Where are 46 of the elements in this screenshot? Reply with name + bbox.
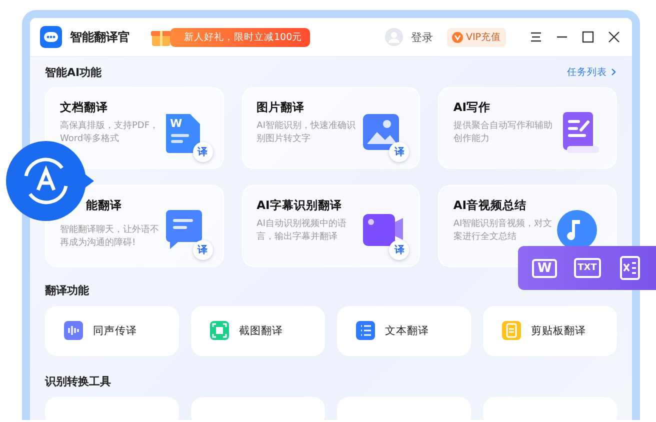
task-list-link[interactable]: 任务列表 xyxy=(567,66,617,78)
card-title: AI写作 xyxy=(453,100,492,115)
tool-button[interactable]: 文本翻译 xyxy=(337,306,471,356)
card-description: 高保真排版，支持PDF，Word等多格式 xyxy=(60,120,160,146)
chevron-right-icon xyxy=(611,68,617,76)
vip-icon xyxy=(452,32,463,42)
card-description: AI智能识别，快速准确识别图片转文字 xyxy=(256,120,356,146)
spreadsheet-icon xyxy=(618,255,642,281)
maximize-icon[interactable] xyxy=(582,31,594,43)
tool-button[interactable]: 剪贴板翻译 xyxy=(483,306,617,356)
word-mark: W xyxy=(170,117,182,130)
tool-icon xyxy=(63,320,85,342)
feature-card[interactable]: AI写作 提供聚合自动写作和辅助创作能力 xyxy=(438,87,617,169)
card-title: AI字幕识别翻译 xyxy=(256,198,343,213)
tool-button[interactable]: 截图翻译 xyxy=(191,306,325,356)
close-icon[interactable] xyxy=(608,31,620,43)
translate-badge: 译 xyxy=(389,142,410,162)
format-label: TXT xyxy=(574,258,601,278)
app-logo-icon xyxy=(40,26,62,48)
card-title: AI音视频总结 xyxy=(453,198,528,213)
feature-card[interactable]: 能翻译 智能翻译聊天，让外语不再成为沟通的障碍! 译 xyxy=(45,185,224,267)
card-description: AI自动识别视频中的语言，输出字幕并翻译 xyxy=(256,218,348,244)
card-description: AI智能识别音视频，对文案进行全文总结 xyxy=(453,218,554,244)
translate-badge: 译 xyxy=(192,142,213,162)
card-title: 图片翻译 xyxy=(256,100,306,115)
login-link[interactable]: 登录 xyxy=(410,30,439,44)
tool-icon xyxy=(501,320,523,342)
section-title: 识别转换工具 xyxy=(45,374,112,389)
translate-badge: 译 xyxy=(192,240,213,260)
tool-icon xyxy=(209,320,231,342)
format-label: W xyxy=(532,258,557,278)
avatar-icon xyxy=(384,28,403,46)
card-title: 能翻译 xyxy=(86,198,123,213)
card-description: 智能翻译聊天，让外语不再成为沟通的障碍! xyxy=(60,224,160,250)
section-title: 智能AI功能 xyxy=(45,64,102,80)
section-title: 翻译功能 xyxy=(45,283,90,298)
feature-card[interactable]: 图片翻译 AI智能识别，快速准确识别图片转文字 译 xyxy=(242,87,420,169)
feature-card[interactable]: 文档翻译 高保真排版，支持PDF，Word等多格式 译 W xyxy=(45,87,224,169)
card-title: 文档翻译 xyxy=(60,100,109,115)
app-name: 智能翻译官 xyxy=(70,28,130,46)
tool-icon xyxy=(355,320,377,342)
feature-card[interactable]: AI字幕识别翻译 AI自动识别视频中的语言，输出字幕并翻译 译 xyxy=(242,185,420,267)
translate-badge: 译 xyxy=(389,240,410,260)
card-description: 提供聚合自动写作和辅助创作能力 xyxy=(453,120,554,146)
tool-button[interactable]: 同声传译 xyxy=(45,306,179,356)
menu-icon[interactable] xyxy=(530,31,542,43)
